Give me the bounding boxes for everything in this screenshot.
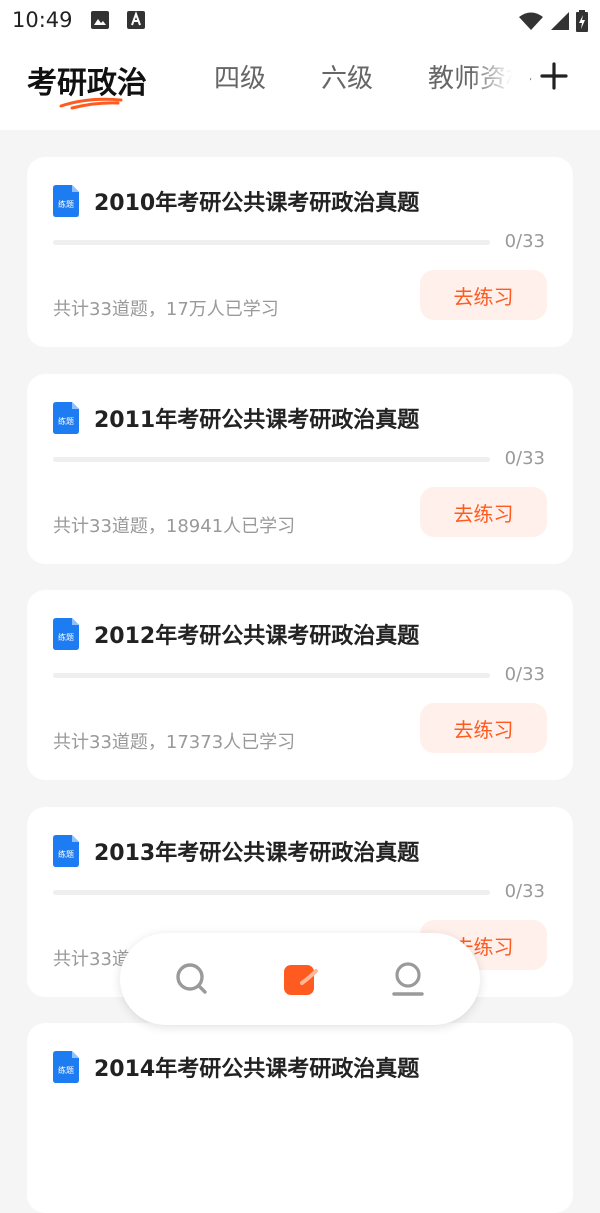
practice-nav-button[interactable] — [280, 959, 320, 999]
exercise-doc-label: 练题 — [58, 1065, 74, 1075]
exercise-doc-label: 练题 — [58, 849, 74, 859]
exercise-doc-icon: 练题 — [53, 835, 79, 867]
battery-icon — [576, 10, 588, 32]
image-icon — [91, 11, 109, 29]
progress-count: 0/33 — [504, 448, 545, 469]
exam-card[interactable]: 练题 2010年考研公共课考研政治真题 0/33 共计33道题，17万人已学习 … — [27, 157, 573, 347]
exercise-doc-label: 练题 — [58, 416, 74, 426]
status-notification-icons — [90, 10, 146, 30]
bottom-navigation — [120, 933, 480, 1025]
tab-cet4[interactable]: 四级 — [214, 58, 266, 95]
exercise-doc-label: 练题 — [58, 199, 74, 209]
card-title: 2011年考研公共课考研政治真题 — [94, 408, 420, 433]
card-stats: 共计33道题，17373人已学习 — [53, 732, 296, 753]
card-title: 2012年考研公共课考研政治真题 — [94, 624, 420, 649]
search-nav-button[interactable] — [172, 959, 212, 999]
status-bar: 10:49 — [0, 0, 600, 40]
practice-button[interactable]: 去练习 — [420, 487, 547, 537]
practice-button[interactable]: 去练习 — [420, 270, 547, 320]
progress-count: 0/33 — [504, 881, 545, 902]
wifi-icon — [519, 12, 543, 30]
exam-card[interactable]: 练题 2014年考研公共课考研政治真题 — [27, 1023, 573, 1213]
exercise-doc-label: 练题 — [58, 632, 74, 642]
status-time: 10:49 — [12, 8, 73, 32]
card-stats: 共计33道题，18941人已学习 — [53, 516, 296, 537]
exercise-doc-icon: 练题 — [53, 402, 79, 434]
progress-bar — [53, 890, 490, 895]
card-stats: 共计33道题，17万人已学习 — [53, 299, 279, 320]
tab-cet6[interactable]: 六级 — [321, 58, 373, 95]
card-title: 2014年考研公共课考研政治真题 — [94, 1057, 420, 1082]
progress-bar — [53, 673, 490, 678]
active-tab-indicator — [59, 97, 123, 110]
font-icon — [127, 11, 145, 29]
exam-card[interactable]: 练题 2012年考研公共课考研政治真题 0/33 共计33道题，17373人已学… — [27, 590, 573, 780]
exercise-doc-icon: 练题 — [53, 185, 79, 217]
progress-count: 0/33 — [504, 664, 545, 685]
add-category-button[interactable] — [534, 56, 574, 96]
progress-count: 0/33 — [504, 231, 545, 252]
status-system-icons — [518, 10, 588, 32]
card-title: 2013年考研公共课考研政治真题 — [94, 841, 420, 866]
exercise-doc-icon: 练题 — [53, 618, 79, 650]
progress-bar — [53, 457, 490, 462]
practice-button[interactable]: 去练习 — [420, 703, 547, 753]
card-title: 2010年考研公共课考研政治真题 — [94, 191, 420, 216]
progress-bar — [53, 240, 490, 245]
signal-icon — [551, 12, 569, 30]
exercise-doc-icon: 练题 — [53, 1051, 79, 1083]
profile-nav-button[interactable] — [388, 959, 428, 999]
exam-card[interactable]: 练题 2011年考研公共课考研政治真题 0/33 共计33道题，18941人已学… — [27, 374, 573, 564]
tab-fade-overlay — [470, 50, 530, 110]
